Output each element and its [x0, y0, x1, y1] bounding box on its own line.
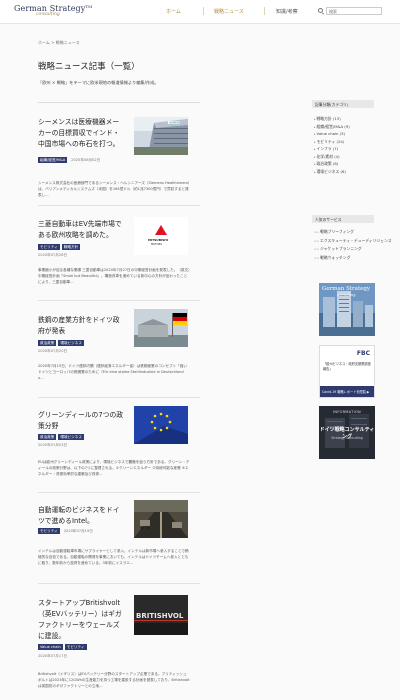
article-meta: モビリティ 2020年07月19日	[38, 528, 93, 534]
article-thumbnail[interactable]: BRITISHVOL	[134, 595, 188, 635]
article-item[interactable]: グリーンディールの7つの政策分野 政治政策 環境ビジネス 2020年07月03日…	[38, 406, 200, 490]
category-item[interactable]: 戦略方針 (13)	[314, 116, 374, 124]
category-item[interactable]: 組織/経営/M&A (9)	[314, 124, 374, 132]
article-excerpt: 2020年7月15日、ドイツ連邦内閣（連邦経済エネルギー省）は鉄鋼産業のコンセプ…	[38, 364, 187, 380]
category-tag[interactable]: モビリティ	[38, 244, 60, 250]
svg-text:BRITISHVOL: BRITISHVOL	[136, 612, 184, 620]
category-tag[interactable]: 環境ビジネス	[58, 340, 84, 346]
article-item[interactable]: 三菱自動車はEV先端市場である欧州攻略を調めた。 MITSUBISHI MOTO…	[38, 217, 200, 299]
article-date: 2020年07月03日	[38, 443, 68, 447]
category-tag[interactable]: モビリティ	[38, 528, 60, 534]
banner-cta[interactable]: Covid-19 戦略レポートを閲覧 ▶	[320, 386, 374, 397]
article-date: 2020年07月17日	[38, 654, 68, 658]
service-item[interactable]: 戦略ブリーフィング	[314, 229, 376, 238]
divider	[38, 205, 200, 206]
page-title: 戦略ニュース記事（一覧）	[38, 62, 140, 72]
service-list: 戦略ブリーフィング エクスキューティ・デューディリジェンス ジャケットプランニン…	[314, 229, 391, 264]
category-tag[interactable]: 環境ビジネス	[58, 434, 84, 440]
category-tag[interactable]: 戦略方針	[61, 244, 81, 250]
promo-banner-consulting[interactable]: INFORMATION ドイツ戦略コンサルティング Strategy Consu…	[319, 406, 375, 459]
article-title[interactable]: スタートアップBritishvolt（英EVバッテリー）はギガファクトリーをウェ…	[38, 598, 124, 642]
category-list: 戦略方針 (13) 組織/経営/M&A (9) Value chain (3) …	[314, 116, 374, 176]
article-thumbnail[interactable]: MITSUBISHI MOTORS	[134, 217, 188, 255]
banner-label: INFORMATION	[333, 410, 361, 414]
article-meta: 2020年07月20日	[38, 349, 67, 354]
article-meta: 政治政策 環境ビジネス	[38, 434, 84, 440]
article-excerpt: 事業縮小が迫る各種な業績 三菱自動車は2020年7月27日の中期経営計画を発表し…	[38, 268, 190, 284]
divider	[38, 102, 200, 103]
page-description: 「欧州 × 戦略」をテーマに欧米現地の報道情報より編集/作成。	[38, 80, 159, 85]
nav-divider	[203, 7, 204, 15]
nav-home[interactable]: ホーム	[166, 8, 181, 15]
category-tag[interactable]: Value chain	[38, 644, 63, 650]
banner-subtitle: Strategy Consulting	[331, 436, 363, 440]
divider	[38, 492, 200, 493]
logo[interactable]: German StrategyTM consulting	[14, 4, 92, 17]
category-tag[interactable]: 組織/経営/M&A	[38, 157, 68, 163]
breadcrumb[interactable]: ホーム > 戦略ニュース	[38, 40, 80, 46]
article-date: 2020年06月02日	[71, 157, 101, 162]
category-tag[interactable]: 政治政策	[38, 340, 57, 346]
category-tag[interactable]: モビリティ	[64, 644, 87, 650]
article-title[interactable]: 自動運転のビジネスをドイツで進めるIntel。	[38, 505, 124, 527]
article-date: 2020年07月28日	[38, 253, 68, 257]
article-excerpt: シーメンス株式会社の医療部門であるシーメンス・ヘルシニアーズ（Siemens H…	[38, 181, 190, 197]
search-input[interactable]	[326, 7, 382, 15]
search-icon[interactable]	[318, 8, 323, 13]
category-item[interactable]: モビリティ (24)	[314, 139, 374, 147]
article-excerpt: インテルは自動運転車市場にサプライヤーとして参入。インテルは新市場へ参入すること…	[38, 549, 189, 565]
nav-divider	[264, 7, 265, 15]
article-date: 2020年07月20日	[38, 349, 68, 353]
promo-banner-covid[interactable]: FBC 「欧州ビジネス・政府支援策調査報告」 Covid-19 戦略レポートを閲…	[319, 345, 375, 398]
article-item[interactable]: スタートアップBritishvolt（英EVバッテリー）はギガファクトリーをウェ…	[38, 595, 200, 698]
article-meta: 2020年07月17日	[38, 654, 67, 659]
article-meta: モビリティ 戦略方針	[38, 244, 81, 250]
category-item[interactable]: 環境ビジネス (6)	[314, 169, 374, 177]
article-meta: 組織/経営/M&A 2020年06月02日	[38, 157, 100, 163]
svg-text:MITSUBISHI: MITSUBISHI	[148, 238, 168, 242]
article-excerpt: Britishvolt（イギリス）はEVバッテリー分野のスタートアップ企業である…	[38, 672, 190, 688]
article-thumbnail[interactable]: SIEMENS	[134, 117, 188, 155]
article-thumbnail[interactable]	[134, 309, 188, 347]
promo-banner[interactable]: German Strategy consulting	[319, 283, 375, 336]
banner-brand: FBC	[356, 350, 370, 357]
services-heading: 人気のサービス	[312, 215, 374, 223]
divider	[38, 583, 200, 584]
article-title[interactable]: グリーンディールの7つの政策分野	[38, 410, 124, 432]
service-item[interactable]: 戦略ウォッチング	[314, 255, 376, 264]
article-date: 2020年07月19日	[63, 528, 93, 533]
article-title[interactable]: 鉄鋼の産業方針をドイツ政府が発表	[38, 315, 124, 337]
service-item[interactable]: ジャケットプランニング	[314, 246, 376, 255]
nav-strategy-news[interactable]: 戦略ニュース	[214, 8, 244, 15]
category-item[interactable]: 化学/素材 (4)	[314, 154, 374, 162]
svg-text:SIEMENS: SIEMENS	[169, 121, 181, 125]
category-item[interactable]: インフラ (7)	[314, 146, 374, 154]
banner-subtitle: consulting	[337, 293, 356, 297]
article-meta: Value chain モビリティ	[38, 644, 87, 650]
category-tag[interactable]: 政治政策	[38, 434, 57, 440]
article-meta: 2020年07月28日	[38, 253, 67, 258]
article-meta: 政治政策 環境ビジネス	[38, 340, 84, 346]
divider	[38, 397, 200, 398]
divider	[38, 300, 200, 301]
article-thumbnail[interactable]	[134, 406, 188, 444]
service-item[interactable]: エクスキューティ・デューディリジェンス	[314, 238, 391, 247]
article-item[interactable]: 自動運転のビジネスをドイツで進めるIntel。 モビリティ 2020年07月19…	[38, 500, 200, 585]
article-meta: 2020年07月03日	[38, 443, 67, 448]
svg-text:MOTORS: MOTORS	[151, 242, 162, 246]
banner-title: German Strategy	[322, 286, 371, 292]
article-title[interactable]: 三菱自動車はEV先端市場である欧州攻略を調めた。	[38, 219, 124, 241]
article-title[interactable]: シーメンスは医療機器メーカーの目標買収でインド・中国市場への布石を打つ。	[38, 117, 124, 150]
category-item[interactable]: 政治政策 (8)	[314, 161, 374, 169]
article-thumbnail[interactable]	[134, 500, 188, 538]
category-item[interactable]: Value chain (3)	[314, 131, 374, 139]
nav-knowledge[interactable]: 知識/考察	[276, 8, 298, 15]
article-item[interactable]: シーメンスは医療機器メーカーの目標買収でインド・中国市場への布石を打つ。 SIE…	[38, 117, 200, 197]
article-excerpt: EUは欧州グリーンディール政策により、環境ビジネスで覇権を狙う方針である。グリー…	[38, 460, 190, 476]
site-header: German StrategyTM consulting ホーム 戦略ニュース …	[0, 0, 400, 24]
categories-heading: 記事分類(カテゴリ)	[312, 100, 374, 108]
article-item[interactable]: 鉄鋼の産業方針をドイツ政府が発表 政治政策 環境ビジネス 2020年07月20日…	[38, 309, 200, 395]
banner-text: 「欧州ビジネス・政府支援策調査報告」	[323, 362, 371, 371]
